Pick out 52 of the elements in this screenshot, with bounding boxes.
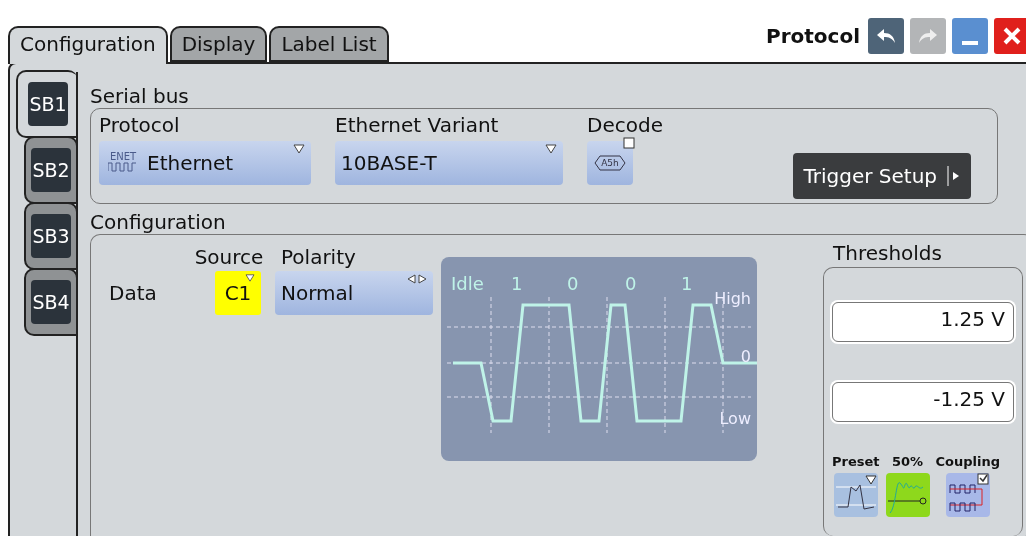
side-tab[interactable]: SB3: [24, 202, 78, 270]
bit-label: 1: [681, 273, 693, 294]
bit-label: 1: [511, 273, 523, 294]
dropdown-triangle-icon: [245, 274, 255, 282]
preset-button[interactable]: [833, 473, 878, 517]
undo-arrow-icon: [875, 27, 897, 45]
threshold-input[interactable]: -1.25 V: [832, 382, 1014, 422]
protocol-dropdown[interactable]: ENET Ethernet: [99, 141, 311, 185]
dropdown-triangle-icon: [545, 144, 557, 154]
section-title: Configuration: [90, 210, 227, 234]
side-tab[interactable]: SB2: [24, 136, 78, 204]
level-label: Low: [719, 409, 751, 428]
checkbox-icon: [623, 137, 635, 149]
section-title: Serial bus: [90, 84, 190, 108]
coupling-button[interactable]: [945, 473, 990, 517]
left-right-arrows-icon: [407, 274, 427, 284]
source-dropdown[interactable]: C1: [215, 271, 261, 315]
button-label: 50%: [891, 454, 924, 469]
tab[interactable]: Display: [169, 26, 268, 62]
bit-label: Idle: [451, 273, 484, 294]
undo-button[interactable]: [868, 18, 904, 54]
column-label: Source: [193, 245, 265, 269]
column-label: Polarity: [280, 245, 357, 269]
button-label: Coupling: [935, 454, 1001, 469]
decode-icon-text: A5h: [601, 158, 619, 168]
level-label: 0: [740, 347, 751, 366]
thresholds-title: Thresholds: [832, 241, 943, 265]
variant-dropdown[interactable]: 10BASE-T: [335, 141, 563, 185]
field-label: Ethernet Variant: [335, 113, 500, 137]
level-label: High: [714, 289, 751, 308]
field-label: Decode: [587, 113, 663, 137]
fifty-percent-button[interactable]: [885, 473, 930, 517]
close-button[interactable]: [994, 18, 1026, 54]
side-tab[interactable]: SB4: [24, 268, 78, 336]
trigger-setup-button[interactable]: Trigger Setup: [793, 153, 971, 199]
tab[interactable]: Label List: [269, 26, 389, 62]
polarity-dropdown[interactable]: Normal: [275, 271, 433, 315]
play-arrow-icon: [947, 166, 961, 186]
row-label: Data: [108, 281, 158, 305]
minimize-icon: [962, 41, 978, 45]
close-icon: [1002, 26, 1022, 46]
dropdown-triangle-icon: [293, 144, 305, 154]
bit-label: 0: [567, 273, 579, 294]
side-tab[interactable]: SB1: [16, 70, 78, 138]
tab[interactable]: Configuration: [8, 26, 168, 64]
threshold-input[interactable]: 1.25 V: [832, 302, 1014, 342]
redo-arrow-icon: [917, 27, 939, 45]
bit-label: 0: [625, 273, 637, 294]
field-label: Protocol: [99, 113, 181, 137]
button-label: Preset: [832, 454, 880, 469]
minimize-button[interactable]: [952, 18, 988, 54]
window-title: Protocol: [766, 24, 860, 48]
